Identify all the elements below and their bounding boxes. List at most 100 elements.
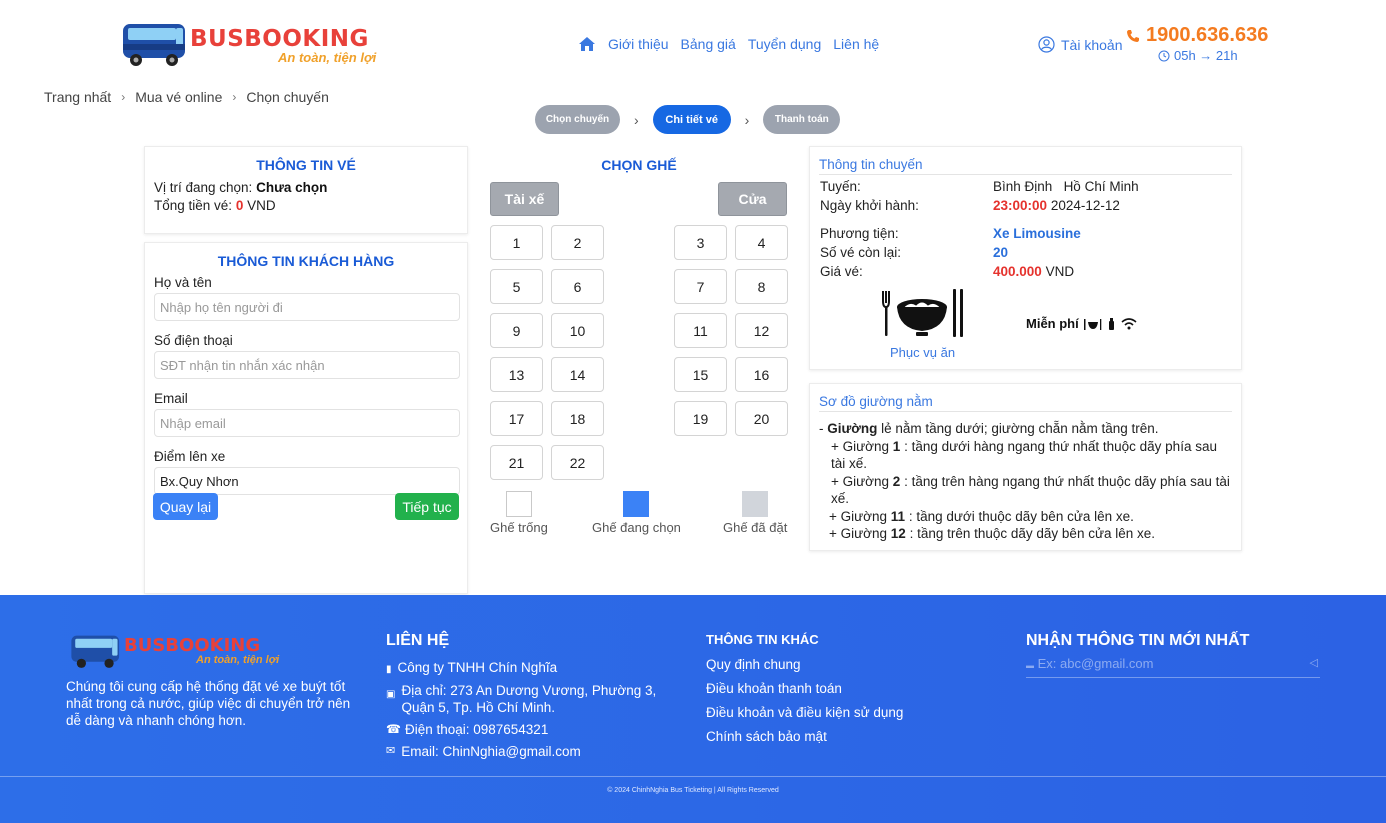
- meal-small-icon: [1083, 318, 1102, 330]
- seat-7[interactable]: 7: [674, 269, 727, 304]
- price-value: 400.000 VND: [993, 264, 1074, 279]
- seat-17[interactable]: 17: [490, 401, 543, 436]
- footer-phone[interactable]: ☎ Điện thoại: 0987654321: [386, 721, 548, 738]
- ticket-info-title: THÔNG TIN VÉ: [256, 157, 356, 173]
- hotline[interactable]: 1900.636.636 05h → 21h: [1126, 24, 1268, 63]
- seat-11[interactable]: 11: [674, 313, 727, 348]
- chevron-right-icon: ›: [232, 90, 237, 104]
- footer-logo-text: BUSBOOKING: [124, 635, 261, 656]
- breadcrumb-buy-online[interactable]: Mua vé online: [135, 89, 222, 105]
- pickup-select[interactable]: Bx.Quy Nhơn: [154, 467, 460, 495]
- seat-6[interactable]: 6: [551, 269, 604, 304]
- seat-2[interactable]: 2: [551, 225, 604, 260]
- bed-rule-line: - Giường lẻ nằm tầng dưới; giường chẵn n…: [819, 420, 1232, 438]
- legend-empty-label: Ghế trống: [490, 520, 548, 535]
- email-field[interactable]: Nhập email: [154, 409, 460, 437]
- wifi-icon: [1121, 317, 1137, 329]
- seat-4[interactable]: 4: [735, 225, 788, 260]
- seat-5[interactable]: 5: [490, 269, 543, 304]
- footer-link-payment-terms[interactable]: Điều khoản thanh toán: [706, 677, 903, 701]
- newsletter-email-input[interactable]: ▬ Ex: abc@gmail.com ◁: [1026, 656, 1320, 678]
- remaining-row: Số vé còn lại: 20: [819, 245, 1232, 264]
- door-label: Cửa: [718, 182, 787, 216]
- footer-link-privacy[interactable]: Chính sách bảo mật: [706, 725, 903, 749]
- step-ticket-details[interactable]: Chi tiết vé: [652, 105, 731, 134]
- footer-address-text: Địa chỉ: 273 An Dương Vương, Phường 3, Q…: [401, 683, 657, 715]
- step-choose-trip[interactable]: Chọn chuyến: [535, 105, 620, 134]
- phone-label: Số điện thoại: [154, 333, 233, 348]
- seat-9[interactable]: 9: [490, 313, 543, 348]
- seat-15[interactable]: 15: [674, 357, 727, 392]
- main-nav: Giới thiệu Bảng giá Tuyển dụng Liên hệ: [578, 36, 879, 52]
- seat-12[interactable]: 12: [735, 313, 788, 348]
- selected-position-value: Chưa chọn: [256, 180, 328, 195]
- bed-2-prefix: + Giường: [831, 473, 893, 489]
- send-icon[interactable]: ◁: [1310, 656, 1318, 669]
- name-field[interactable]: Nhập họ tên người đi: [154, 293, 460, 321]
- bus-logo-icon: [71, 635, 120, 668]
- bed-rule-bold: Giường: [827, 421, 878, 436]
- meal-icon: [882, 289, 963, 337]
- price-unit: VND: [1045, 264, 1075, 279]
- footer-email-text: Email: ChinNghia@gmail.com: [401, 744, 581, 759]
- seat-10[interactable]: 10: [551, 313, 604, 348]
- clock-icon: [1158, 50, 1170, 61]
- bed-12-number: 12: [890, 526, 906, 541]
- total-price-label: Tổng tiền vé:: [154, 198, 233, 213]
- continue-button[interactable]: Tiếp tục: [395, 493, 459, 520]
- step-payment[interactable]: Thanh toán: [763, 105, 841, 134]
- footer-company-text: Công ty TNHH Chín Nghĩa: [397, 660, 558, 675]
- name-label: Họ và tên: [154, 275, 212, 290]
- water-bottle-icon: [1108, 317, 1114, 330]
- opening-hours: 05h → 21h: [1174, 48, 1238, 63]
- footer-link-terms-of-use[interactable]: Điều khoản và điều kiện sử dụng: [706, 701, 903, 725]
- bed-rule-text: lẻ nằm tầng dưới; giường chẵn nằm tầng t…: [877, 421, 1159, 436]
- seat-19[interactable]: 19: [674, 401, 727, 436]
- seat-16[interactable]: 16: [735, 357, 788, 392]
- bed-11-text: : tầng dưới thuộc dãy bên cửa lên xe.: [905, 508, 1134, 524]
- phone-field[interactable]: SĐT nhận tin nhắn xác nhận: [154, 351, 460, 379]
- bus-logo-icon: [123, 24, 185, 66]
- account-label: Tài khoản: [1061, 36, 1123, 53]
- seat-3[interactable]: 3: [674, 225, 727, 260]
- bed-12-text: : tầng trên thuộc dãy dãy bên cửa lên xe…: [905, 526, 1156, 541]
- bed-1-prefix: + Giường: [831, 438, 893, 454]
- remaining-value: 20: [993, 245, 1009, 260]
- seat-21[interactable]: 21: [490, 445, 543, 480]
- chevron-right-icon: ›: [744, 111, 750, 128]
- home-icon[interactable]: [578, 36, 596, 52]
- nav-item-about[interactable]: Giới thiệu: [608, 36, 669, 52]
- total-price-value: 0: [235, 198, 244, 213]
- logo[interactable]: BUSBOOKING An toàn, tiện lợi: [120, 18, 392, 70]
- breadcrumb-home[interactable]: Trang nhất: [44, 89, 111, 105]
- seat-18[interactable]: 18: [551, 401, 604, 436]
- route-value: Bình Định Hồ Chí Minh: [993, 179, 1139, 194]
- legend-selected-label: Ghế đang chọn: [592, 520, 681, 535]
- booking-steps: Chọn chuyến › Chi tiết vé › Thanh toán: [535, 105, 841, 134]
- phone-icon: [1127, 29, 1139, 42]
- bed-rule-prefix: -: [819, 421, 828, 436]
- seat-13[interactable]: 13: [490, 357, 543, 392]
- nav-item-careers[interactable]: Tuyển dụng: [748, 36, 821, 52]
- back-button[interactable]: Quay lại: [153, 493, 218, 520]
- footer-link-general-rules[interactable]: Quy định chung: [706, 653, 903, 677]
- seat-22[interactable]: 22: [551, 445, 604, 480]
- seat-14[interactable]: 14: [551, 357, 604, 392]
- nav-item-pricing[interactable]: Bảng giá: [681, 36, 736, 52]
- departure-row: Ngày khởi hành: 23:00:00 2024-12-12: [819, 198, 1232, 217]
- chevron-right-icon: ›: [634, 111, 639, 128]
- price-amount: 400.000: [993, 264, 1042, 279]
- footer-logo[interactable]: BUSBOOKING An toàn, tiện lợi: [68, 631, 288, 671]
- seat-1[interactable]: 1: [490, 225, 543, 260]
- ticket-info-panel: THÔNG TIN VÉ Vị trí đang chọn: Chưa chọn…: [144, 146, 468, 234]
- account-link[interactable]: Tài khoản: [1038, 36, 1122, 53]
- footer-email[interactable]: ✉ Email: ChinNghia@gmail.com: [386, 743, 581, 760]
- newsletter-title: NHẬN THÔNG TIN MỚI NHẤT: [1026, 632, 1250, 649]
- trip-info-title: Thông tin chuyến: [819, 157, 1232, 175]
- legend-empty-swatch: [506, 491, 532, 517]
- seat-20[interactable]: 20: [735, 401, 788, 436]
- nav-item-contact[interactable]: Liên hệ: [833, 36, 879, 52]
- footer-phone-text: Điện thoại: 0987654321: [404, 722, 549, 737]
- seat-8[interactable]: 8: [735, 269, 788, 304]
- total-price: Tổng tiền vé: 0 VND: [154, 197, 458, 215]
